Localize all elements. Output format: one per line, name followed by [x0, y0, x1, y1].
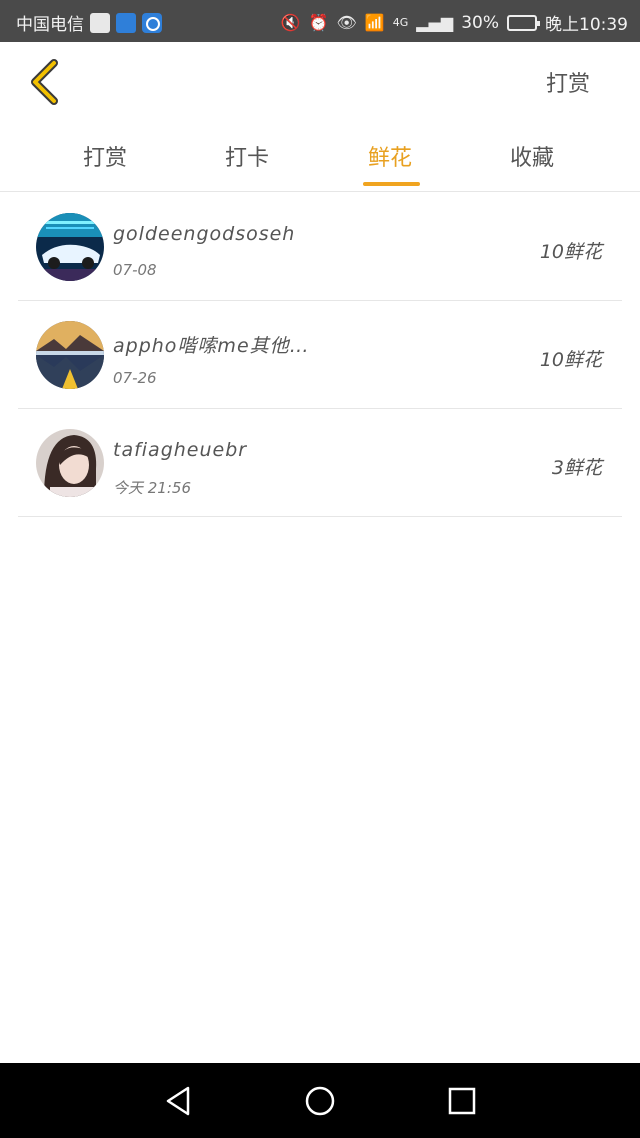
circle-home-icon [305, 1086, 335, 1116]
date-label: 今天 21:56 [113, 479, 191, 497]
username: appho喈嗦me其他… [113, 335, 310, 357]
flower-count: 3鲜花 [551, 457, 602, 479]
clock: 晚上10:39 [545, 15, 628, 35]
browser-app-icon [142, 12, 162, 33]
carrier-label: 中国电信 [16, 15, 84, 35]
date-label: 07-26 [113, 369, 157, 387]
tab-bar: 打赏 打卡 鲜花 收藏 [0, 122, 640, 192]
date-label: 07-08 [113, 261, 157, 279]
system-nav-bar [0, 1063, 640, 1138]
header: 打赏 [0, 42, 640, 122]
flower-count: 10鲜花 [539, 349, 602, 371]
eye-icon: 👁 [336, 13, 357, 32]
signal-icon: ▂▄▆ [416, 13, 454, 32]
status-bar-right: 🔇 ⏰ 👁 📶 4G ▂▄▆ 30% 晚上10:39 [280, 10, 628, 36]
avatar [36, 213, 104, 281]
status-bar-left: 中国电信 [16, 10, 162, 35]
network-label: 4G [392, 16, 409, 29]
list-item[interactable]: appho喈嗦me其他… 07-26 10鲜花 [18, 301, 622, 409]
square-recents-icon [448, 1087, 476, 1115]
username: goldeengodsoseh [113, 223, 296, 245]
avatar [36, 429, 104, 497]
tab-flowers[interactable]: 鲜花 [350, 140, 430, 172]
battery-percent: 30% [461, 12, 499, 33]
active-tab-indicator [363, 182, 420, 186]
tab-checkin[interactable]: 打卡 [207, 140, 287, 172]
alarm-icon: ⏰ [308, 13, 329, 32]
chevron-left-icon [31, 59, 58, 105]
nav-home-button[interactable] [300, 1081, 340, 1121]
back-button[interactable] [22, 56, 66, 108]
mute-icon: 🔇 [280, 13, 301, 32]
list-item[interactable]: goldeengodsoseh 07-08 10鲜花 [18, 193, 622, 301]
avatar [36, 321, 104, 389]
triangle-back-icon [166, 1086, 190, 1116]
battery-icon [507, 14, 540, 31]
flower-list: goldeengodsoseh 07-08 10鲜花 appho喈嗦me其他… … [18, 193, 622, 517]
tab-reward[interactable]: 打赏 [65, 140, 145, 172]
flower-count: 10鲜花 [539, 241, 602, 263]
reader-app-icon [116, 12, 136, 33]
nav-recents-button[interactable] [442, 1081, 482, 1121]
tab-favorites[interactable]: 收藏 [492, 140, 572, 172]
reward-action-button[interactable]: 打赏 [546, 66, 590, 98]
username: tafiagheuebr [113, 439, 248, 461]
list-item[interactable]: tafiagheuebr 今天 21:56 3鲜花 [18, 409, 622, 517]
wifi-icon: 📶 [364, 13, 385, 32]
sd-card-icon [90, 12, 110, 33]
nav-back-button[interactable] [158, 1081, 198, 1121]
status-bar: 中国电信 🔇 ⏰ 👁 📶 4G ▂▄▆ 30% 晚上10:39 [0, 0, 640, 42]
